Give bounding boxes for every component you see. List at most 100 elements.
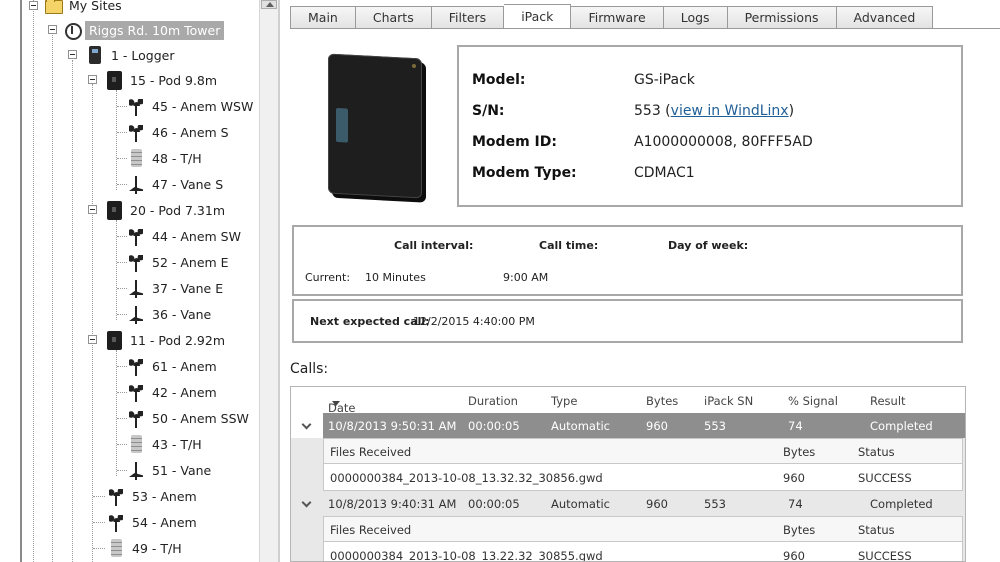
col-result-header[interactable]: Result [870, 394, 906, 408]
col-bytes-header[interactable]: Bytes [646, 394, 678, 408]
collapse-toggle[interactable] [48, 25, 57, 34]
call-signal: 74 [788, 419, 803, 433]
anemometer-icon [126, 226, 146, 246]
panel-divider[interactable] [278, 0, 280, 562]
tree-scrollbar[interactable] [259, 0, 278, 562]
tree-node-sensor[interactable]: 46 - Anem S [126, 121, 232, 143]
tree-node-pod[interactable]: 15 - Pod 9.8m [104, 69, 220, 91]
col-duration-header[interactable]: Duration [468, 394, 518, 408]
files-bytes-header: Bytes [783, 445, 816, 459]
tree-node-label: 49 - T/H [132, 540, 182, 556]
tree-node-sensor[interactable]: 47 - Vane S [126, 173, 226, 195]
tree-node-sensor[interactable]: 43 - T/H [126, 433, 205, 455]
call-row[interactable]: 10/8/2013 9:50:31 AM 00:00:05 Automatic … [291, 413, 965, 438]
tree-line [93, 496, 105, 497]
tree-node-label: 11 - Pod 2.92m [130, 332, 226, 348]
tree-node-label: 53 - Anem [132, 488, 197, 504]
model-row: Model: GS-iPack [472, 72, 695, 92]
logger-icon [85, 45, 105, 65]
sn-label: S/N: [472, 103, 505, 119]
call-duration: 00:00:05 [468, 419, 520, 433]
collapse-toggle[interactable] [29, 1, 38, 10]
col-type-header[interactable]: Type [551, 394, 577, 408]
files-received-header: Files Received [330, 445, 412, 459]
expand-chevron-icon[interactable] [291, 413, 323, 438]
tree-node-label: 47 - Vane S [152, 176, 224, 192]
vane-icon [126, 304, 146, 324]
site-tree-panel: My Sites Riggs Rd. 10m Tower 1 - Logger … [0, 0, 278, 562]
col-signal-header[interactable]: % Signal [788, 394, 838, 408]
tree-node-sensor[interactable]: 52 - Anem E [126, 251, 232, 273]
vane-icon [126, 174, 146, 194]
call-row[interactable]: 10/8/2013 9:40:31 AM 00:00:05 Automatic … [291, 491, 965, 516]
view-in-windlinx-link[interactable]: view in WindLinx [671, 103, 789, 119]
file-name: 0000000384_2013-10-08_13.22.32_30855.gwd [330, 549, 603, 562]
file-bytes: 960 [783, 471, 805, 485]
tree-node-label: 54 - Anem [132, 514, 197, 530]
tree-node-sensor[interactable]: 45 - Anem WSW [126, 95, 256, 117]
tree-node-sensor[interactable]: 50 - Anem SSW [126, 407, 252, 429]
vane-icon [126, 460, 146, 480]
call-result: Completed [870, 497, 933, 511]
tree-node-sensor[interactable]: 44 - Anem SW [126, 225, 244, 247]
tree-line [93, 548, 105, 549]
tree-node-logger[interactable]: 1 - Logger [85, 44, 178, 66]
tree-node-sensor[interactable]: 54 - Anem [106, 511, 200, 533]
scroll-up-arrow-icon[interactable] [261, 0, 277, 9]
tab-ipack[interactable]: iPack [504, 4, 572, 29]
tab-permissions[interactable]: Permissions [727, 6, 837, 29]
call-date: 10/8/2013 9:40:31 AM [328, 497, 457, 511]
tree-node-sensor[interactable]: 61 - Anem [126, 355, 220, 377]
call-date: 10/8/2013 9:50:31 AM [328, 419, 457, 433]
next-call-label: Next expected call: [310, 315, 430, 328]
tree-node-site[interactable]: Riggs Rd. 10m Tower [62, 19, 225, 41]
collapse-toggle[interactable] [88, 75, 97, 84]
call-ipack-sn: 553 [704, 497, 726, 511]
expand-chevron-icon[interactable] [291, 491, 323, 516]
ipack-device-image [328, 53, 422, 199]
collapse-toggle[interactable] [68, 50, 77, 59]
files-table: Files Received Bytes Status 0000000384_2… [323, 516, 963, 562]
temp-humidity-icon [126, 434, 146, 454]
col-ipack-sn-header[interactable]: iPack SN [704, 394, 753, 408]
pod-icon [104, 200, 124, 220]
tree-node-label: 50 - Anem SSW [152, 410, 249, 426]
tree-node-label: 51 - Vane [152, 462, 212, 478]
collapse-toggle[interactable] [88, 335, 97, 344]
tree-node-sensor[interactable]: 36 - Vane [126, 303, 214, 325]
tab-firmware[interactable]: Firmware [571, 6, 664, 29]
call-type: Automatic [551, 497, 610, 511]
file-row[interactable]: 0000000384_2013-10-08_13.22.32_30855.gwd… [324, 543, 962, 562]
call-schedule-box: Call interval: Call time: Day of week: C… [292, 225, 963, 296]
current-interval-value: 10 Minutes [365, 271, 426, 284]
sn-row: S/N: 553 (view in WindLinx) [472, 103, 794, 123]
next-call-value: 12/2/2015 4:40:00 PM [413, 315, 535, 328]
anemometer-icon [106, 512, 126, 532]
tab-logs[interactable]: Logs [663, 6, 728, 29]
tab-main[interactable]: Main [290, 6, 356, 29]
tree-node-pod[interactable]: 11 - Pod 2.92m [104, 329, 228, 351]
tree-node-sensor[interactable]: 48 - T/H [126, 147, 205, 169]
tree-node-my-sites[interactable]: My Sites [43, 0, 125, 16]
tree-node-label: 52 - Anem E [152, 254, 229, 270]
tree-node-pod[interactable]: 20 - Pod 7.31m [104, 199, 228, 221]
current-label: Current: [305, 271, 351, 284]
tree-node-sensor[interactable]: 49 - T/H [106, 537, 185, 559]
tab-charts[interactable]: Charts [355, 6, 432, 29]
tree-line [92, 84, 93, 562]
file-status: SUCCESS [858, 549, 912, 562]
calls-grid: Date Duration Type Bytes iPack SN % Sign… [290, 386, 966, 562]
tree-node-sensor[interactable]: 51 - Vane [126, 459, 214, 481]
tab-advanced[interactable]: Advanced [836, 6, 934, 29]
tree-node-sensor[interactable]: 42 - Anem [126, 381, 220, 403]
tree-line [93, 522, 105, 523]
tab-underline [290, 28, 1000, 29]
tab-filters[interactable]: Filters [431, 6, 505, 29]
file-row[interactable]: 0000000384_2013-10-08_13.32.32_30856.gwd… [324, 465, 962, 490]
file-status: SUCCESS [858, 471, 912, 485]
tree-node-sensor[interactable]: 37 - Vane E [126, 277, 226, 299]
sort-desc-icon [332, 401, 340, 406]
collapse-toggle[interactable] [88, 205, 97, 214]
tree-node-sensor[interactable]: 53 - Anem [106, 485, 200, 507]
tree-node-label: My Sites [69, 0, 122, 13]
